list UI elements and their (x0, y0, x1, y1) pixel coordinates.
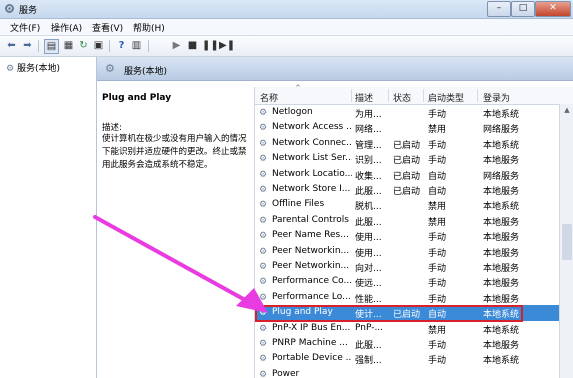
annotation-arrow (93, 215, 268, 313)
arrow-shaft (93, 215, 258, 308)
arrow-head (236, 288, 268, 313)
